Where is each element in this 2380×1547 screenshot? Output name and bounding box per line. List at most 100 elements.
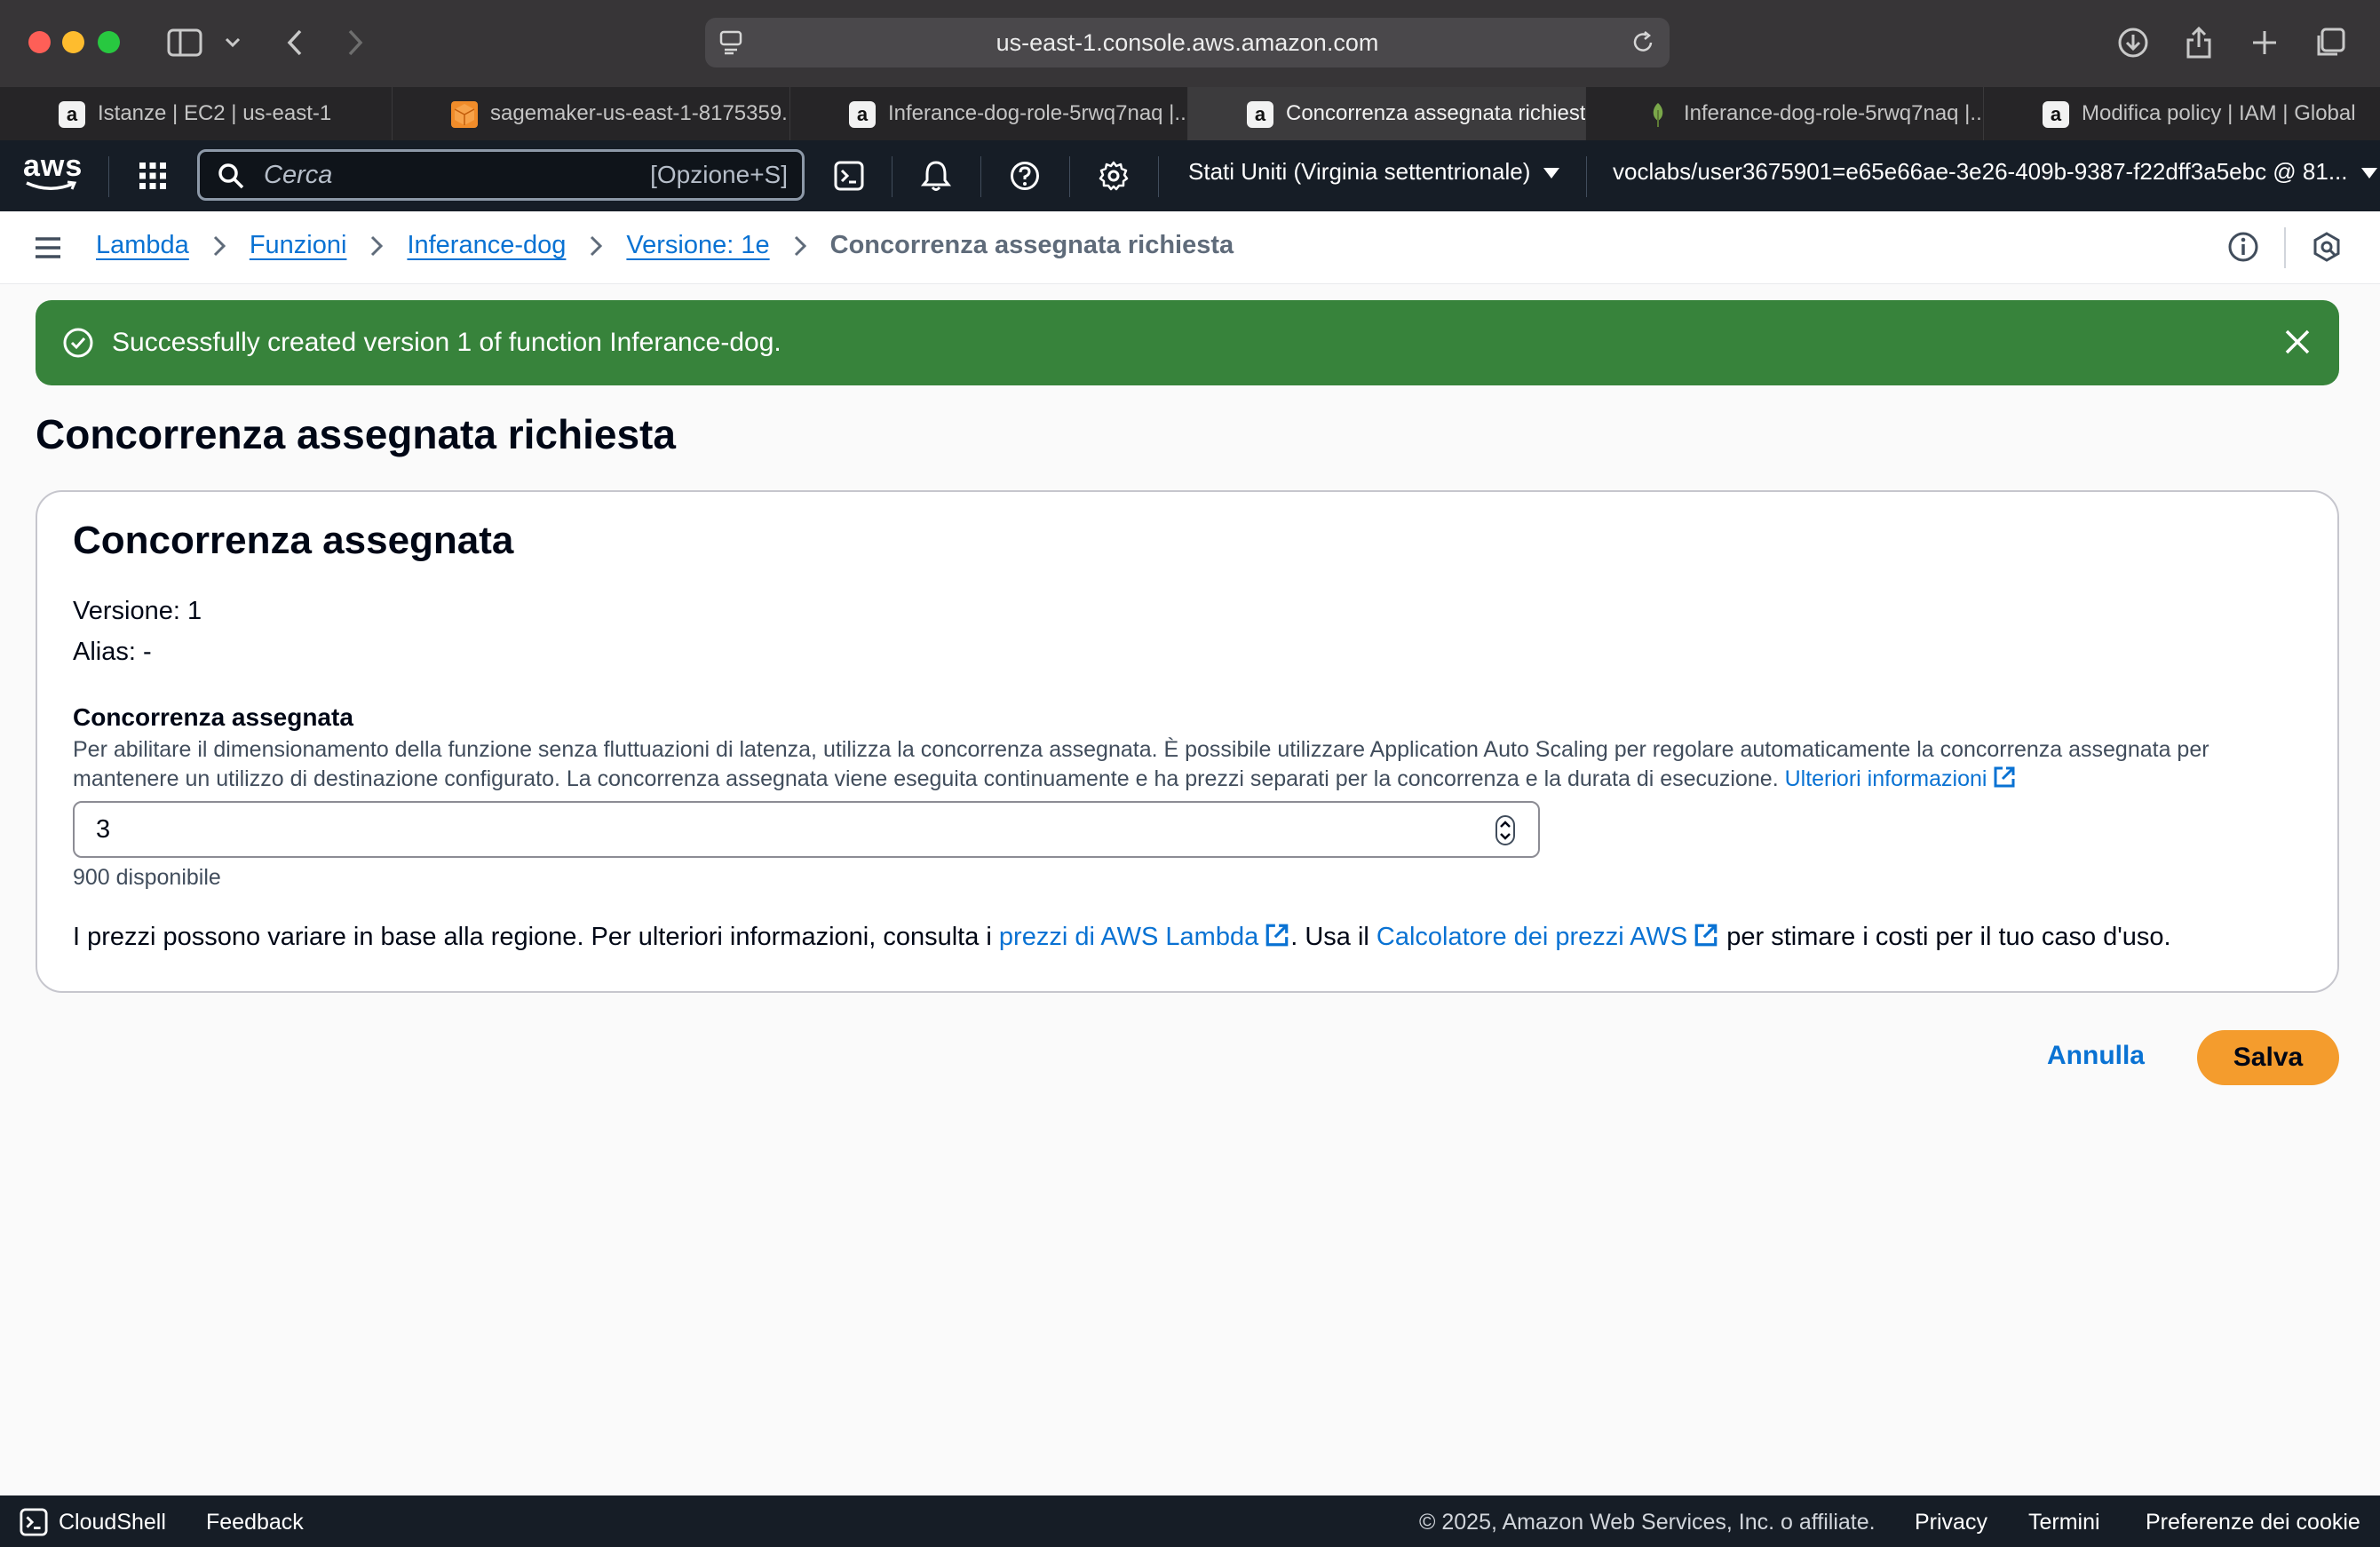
breadcrumb-functions[interactable]: Funzioni [250, 231, 347, 260]
pricing-note: I prezzi possono variare in base alla re… [73, 922, 2171, 956]
nav-divider [1586, 156, 1587, 197]
site-settings-icon[interactable] [719, 30, 742, 61]
reload-icon[interactable] [1630, 30, 1655, 61]
copyright-text: © 2025, Amazon Web Services, Inc. o affi… [1419, 1510, 1876, 1535]
external-link-icon [1992, 765, 2017, 797]
feedback-button[interactable]: Feedback [206, 1510, 304, 1535]
settings-gear-icon[interactable] [1094, 156, 1133, 195]
save-button[interactable]: Salva [2197, 1030, 2339, 1085]
amazon-favicon-icon: a [2043, 101, 2069, 128]
browser-tabs: a Istanze | EC2 | us-east-1 sagemaker-us… [0, 87, 2380, 140]
account-menu[interactable]: voclabs/user3675901=e65e66ae-3e26-409b-9… [1613, 158, 2378, 186]
chevron-right-icon [589, 234, 603, 258]
breadcrumb-current: Concorrenza assegnata richiesta [829, 231, 1234, 259]
aws-logo[interactable]: aws [23, 149, 83, 197]
notifications-bell-icon[interactable] [916, 156, 956, 195]
tools-panel-icon[interactable] [2311, 231, 2343, 263]
number-stepper-icon[interactable] [1495, 815, 1515, 850]
minimize-window-button[interactable] [62, 31, 84, 53]
new-tab-icon[interactable] [2247, 21, 2282, 64]
page-title: Concorrenza assegnata richiesta [36, 411, 676, 457]
cloudshell-icon[interactable] [829, 156, 869, 195]
tab-provisioned-concurrency[interactable]: a Concorrenza assegnata richiest... [1188, 87, 1586, 140]
share-icon[interactable] [2181, 21, 2217, 64]
external-link-icon [1693, 922, 1719, 956]
lambda-pricing-link[interactable]: prezzi di AWS Lambda [999, 923, 1290, 951]
success-flash-banner: Successfully created version 1 of functi… [36, 300, 2339, 385]
address-bar[interactable]: us-east-1.console.aws.amazon.com [705, 18, 1670, 67]
breadcrumb: Lambda Funzioni Inferance-dog Versione: … [96, 231, 1234, 260]
caret-down-icon [2360, 158, 2378, 186]
cancel-button[interactable]: Annulla [2034, 1034, 2158, 1078]
available-hint: 900 disponibile [73, 865, 221, 890]
pricing-text-1: I prezzi possono variare in base alla re… [73, 923, 999, 951]
downloads-icon[interactable] [2115, 21, 2151, 64]
aws-logo-text: aws [23, 149, 83, 183]
close-window-button[interactable] [28, 31, 51, 53]
breadcrumb-lambda[interactable]: Lambda [96, 231, 189, 260]
version-value: Versione: 1 [73, 597, 202, 625]
hamburger-menu-icon[interactable] [34, 236, 62, 264]
privacy-link[interactable]: Privacy [1915, 1510, 1987, 1535]
console-footer: CloudShell Feedback © 2025, Amazon Web S… [0, 1495, 2380, 1547]
chevron-down-icon[interactable] [220, 21, 245, 64]
pricing-calculator-text: Calcolatore dei prezzi AWS [1376, 923, 1688, 951]
tab-label: Inferance-dog-role-5rwq7naq |... [888, 101, 1188, 125]
tab-edit-policy[interactable]: a Modifica policy | IAM | Global [1984, 87, 2380, 140]
amazon-favicon-icon: a [849, 101, 876, 128]
cloudshell-icon[interactable] [20, 1508, 48, 1543]
concurrency-input[interactable] [73, 801, 1540, 858]
tab-iam-role-2[interactable]: Inferance-dog-role-5rwq7naq |... [1586, 87, 1984, 140]
nav-divider [1069, 156, 1070, 197]
cube-favicon-icon [451, 101, 478, 128]
services-grid-icon[interactable] [133, 156, 172, 195]
tab-overview-icon[interactable] [2313, 21, 2348, 64]
info-icon[interactable] [2227, 231, 2259, 263]
learn-more-text: Ulteriori informazioni [1784, 766, 1987, 791]
check-circle-icon [62, 327, 94, 359]
close-icon[interactable] [2284, 329, 2311, 360]
nav-divider [980, 156, 981, 197]
tab-label: Inferance-dog-role-5rwq7naq |... [1684, 101, 1984, 125]
terms-link[interactable]: Termini [2028, 1510, 2100, 1535]
breadcrumb-version[interactable]: Versione: 1e [626, 231, 769, 260]
region-selector[interactable]: Stati Uniti (Virginia settentrionale) [1188, 158, 1560, 186]
provisioned-concurrency-panel: Concorrenza assegnata Versione: 1 Alias:… [36, 490, 2339, 993]
tab-ec2-instances[interactable]: a Istanze | EC2 | us-east-1 [0, 87, 393, 140]
sidebar-toggle-icon[interactable] [163, 21, 206, 64]
back-icon[interactable] [281, 21, 309, 64]
pricing-calculator-link[interactable]: Calcolatore dei prezzi AWS [1376, 923, 1719, 951]
search-placeholder: Cerca [264, 160, 333, 189]
tab-label: Concorrenza assegnata richiest... [1286, 101, 1586, 125]
breadcrumb-bar: Lambda Funzioni Inferance-dog Versione: … [0, 211, 2380, 284]
zoom-window-button[interactable] [98, 31, 120, 53]
divider [2284, 227, 2286, 268]
panel-heading: Concorrenza assegnata [73, 519, 514, 562]
tab-iam-role[interactable]: a Inferance-dog-role-5rwq7naq |... [790, 87, 1188, 140]
tab-sagemaker[interactable]: sagemaker-us-east-1-8175359... [393, 87, 790, 140]
search-input[interactable]: Cerca [Opzione+S] [197, 149, 805, 201]
tab-label: Modifica policy | IAM | Global [2082, 101, 2356, 125]
help-icon[interactable] [1005, 156, 1044, 195]
chevron-right-icon [369, 234, 384, 258]
region-label: Stati Uniti (Virginia settentrionale) [1188, 158, 1531, 185]
breadcrumb-function-name[interactable]: Inferance-dog [407, 231, 566, 260]
chevron-right-icon [793, 234, 807, 258]
url-text: us-east-1.console.aws.amazon.com [996, 28, 1379, 56]
lambda-pricing-text: prezzi di AWS Lambda [998, 923, 1259, 951]
chevron-right-icon [212, 234, 226, 258]
amazon-favicon-icon: a [59, 101, 85, 128]
pricing-text-2: . Usa il [1290, 923, 1376, 951]
learn-more-link[interactable]: Ulteriori informazioni [1785, 766, 2018, 791]
tab-label: Istanze | EC2 | us-east-1 [98, 101, 332, 125]
browser-toolbar: us-east-1.console.aws.amazon.com [0, 0, 2380, 87]
alias-value: Alias: - [73, 638, 152, 666]
field-label: Concorrenza assegnata [73, 703, 353, 731]
field-description: Per abilitare il dimensionamento della f… [73, 735, 2275, 797]
cookie-preferences-link[interactable]: Preferenze dei cookie [2146, 1510, 2360, 1535]
aws-console-nav: aws Cerca [Opzione+S] Stati Uniti (Virgi… [0, 140, 2380, 211]
forward-icon[interactable] [341, 21, 369, 64]
concurrency-value-field[interactable] [96, 814, 1428, 845]
leaf-favicon-icon [1645, 101, 1671, 128]
cloudshell-button[interactable]: CloudShell [59, 1510, 166, 1535]
